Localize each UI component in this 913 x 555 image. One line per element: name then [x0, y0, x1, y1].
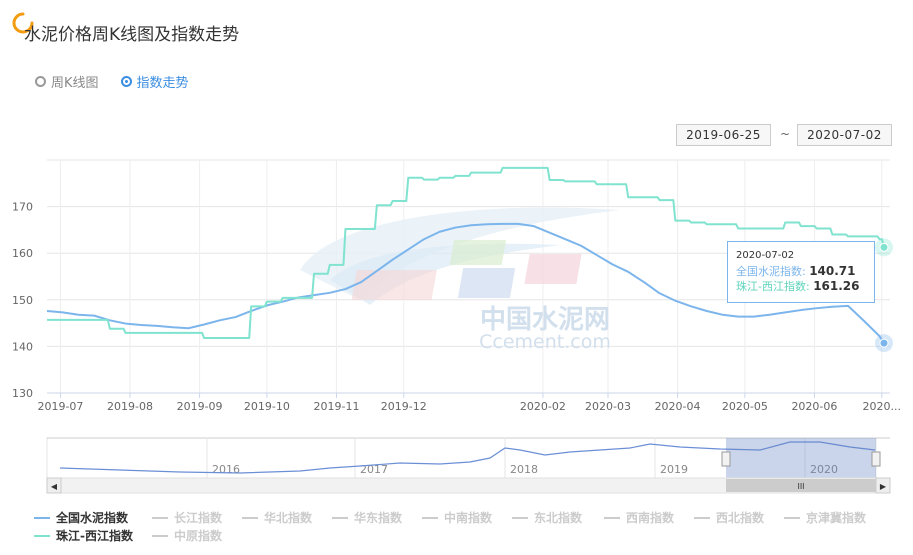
x-tick-label: 2019-08 — [107, 400, 153, 413]
navigator-handle-left[interactable] — [721, 451, 731, 467]
legend-label: 华北指数 — [264, 511, 313, 525]
legend-swatch — [422, 516, 438, 519]
legend-swatch — [332, 516, 348, 519]
legend-item[interactable]: 西南指数 — [604, 509, 674, 526]
date-separator: ~ — [780, 127, 791, 141]
legend-swatch — [512, 516, 528, 519]
legend-item[interactable]: 华北指数 — [242, 509, 312, 526]
date-from-input[interactable]: 2019-06-25 — [676, 124, 771, 146]
legend-item[interactable]: 中南指数 — [422, 509, 492, 526]
view-toggle: 周K线图 指数走势 — [35, 72, 189, 91]
legend-label: 珠江-西江指数 — [56, 529, 133, 543]
x-tick-label: 2019-09 — [177, 400, 223, 413]
tooltip-name-national: 全国水泥指数 — [736, 265, 802, 278]
x-tick-label: 2019-12 — [381, 400, 427, 413]
navigator-handle-right[interactable] — [871, 451, 881, 467]
navigator-year-label: 2018 — [510, 463, 538, 476]
legend-label: 华东指数 — [354, 511, 403, 525]
tooltip-date: 2020-07-02 — [736, 250, 795, 261]
x-tick-label: 2020... — [863, 400, 901, 413]
legend-label: 西南指数 — [626, 511, 675, 525]
legend-swatch — [604, 516, 620, 519]
radio-kline[interactable]: 周K线图 — [35, 72, 99, 91]
legend-item[interactable]: 东北指数 — [512, 509, 582, 526]
legend-swatch — [152, 534, 168, 537]
legend-item[interactable]: 华东指数 — [332, 509, 402, 526]
tooltip-name-zhujiang: 珠江-西江指数 — [736, 280, 806, 293]
legend-label: 长江指数 — [174, 511, 223, 525]
legend-item[interactable]: 珠江-西江指数 — [34, 527, 133, 544]
legend-label: 西北指数 — [716, 511, 765, 525]
tooltip-value-zhujiang: 161.26 — [813, 279, 860, 293]
legend-item[interactable]: 京津冀指数 — [784, 509, 866, 526]
tooltip: 2020-07-02 全国水泥指数: 140.71 珠江-西江指数: 161.2… — [727, 241, 875, 303]
legend-swatch — [784, 516, 800, 519]
radio-kline-label: 周K线图 — [51, 76, 99, 91]
radio-index-trend[interactable]: 指数走势 — [120, 72, 189, 91]
x-tick-label: 2019-07 — [37, 400, 83, 413]
legend-item[interactable]: 长江指数 — [152, 509, 222, 526]
legend-swatch — [152, 516, 168, 519]
radio-kline-dot — [35, 76, 46, 87]
legend-item[interactable]: 中原指数 — [152, 527, 222, 544]
watermark-block-blue — [457, 268, 516, 298]
legend-swatch — [34, 516, 50, 519]
watermark-block-green — [449, 240, 507, 265]
hover-point — [879, 338, 889, 348]
legend-label: 东北指数 — [534, 511, 583, 525]
radio-index-trend-label: 指数走势 — [136, 76, 189, 91]
watermark-block-pink — [524, 254, 582, 284]
y-tick-label: 170 — [12, 201, 33, 214]
x-tick-label: 2020-03 — [585, 400, 631, 413]
page-title: 水泥价格周K线图及指数走势 — [24, 25, 240, 45]
watermark-block-red — [351, 270, 437, 300]
scroll-left-icon: ◀ — [51, 482, 58, 491]
y-tick-label: 140 — [12, 340, 33, 353]
legend-label: 中原指数 — [174, 529, 223, 543]
radio-index-trend-dot — [120, 76, 132, 87]
legend-item[interactable]: 西北指数 — [694, 509, 764, 526]
navigator-year-label: 2019 — [660, 463, 688, 476]
legend-label: 中南指数 — [444, 511, 493, 525]
x-tick-label: 2020-02 — [520, 400, 566, 413]
navigator[interactable]: 2016 2017 2018 2019 2020 ◀ ▶ III — [46, 437, 891, 494]
navigator-selection[interactable] — [726, 438, 876, 478]
x-tick-label: 2020-04 — [655, 400, 701, 413]
y-tick-label: 160 — [12, 247, 33, 260]
index-chart[interactable]: 中国水泥网 Ccement.com 1301401501601702019-07… — [0, 150, 913, 500]
date-to-input[interactable]: 2020-07-02 — [797, 124, 892, 146]
y-tick-label: 130 — [12, 387, 33, 400]
tooltip-row-zhujiang: 珠江-西江指数: 161.26 — [736, 279, 860, 293]
legend-swatch — [242, 516, 258, 519]
legend-label: 全国水泥指数 — [56, 511, 129, 525]
scroll-right-icon: ▶ — [880, 482, 887, 491]
x-tick-label: 2019-11 — [313, 400, 359, 413]
legend-item[interactable]: 全国水泥指数 — [34, 509, 128, 526]
x-tick-label: 2020-05 — [722, 400, 768, 413]
x-tick-label: 2019-10 — [244, 400, 290, 413]
x-tick-label: 2020-06 — [791, 400, 837, 413]
watermark-text-en: Ccement.com — [479, 331, 611, 353]
navigator-year-label: 2016 — [212, 463, 240, 476]
legend-swatch — [694, 516, 710, 519]
legend-swatch — [34, 534, 50, 537]
tooltip-value-national: 140.71 — [809, 264, 856, 278]
y-tick-label: 150 — [12, 294, 33, 307]
scrollbar-grip-icon: III — [797, 482, 804, 491]
legend-label: 京津冀指数 — [806, 511, 867, 525]
hover-point — [879, 242, 889, 252]
tooltip-row-national: 全国水泥指数: 140.71 — [736, 264, 856, 278]
